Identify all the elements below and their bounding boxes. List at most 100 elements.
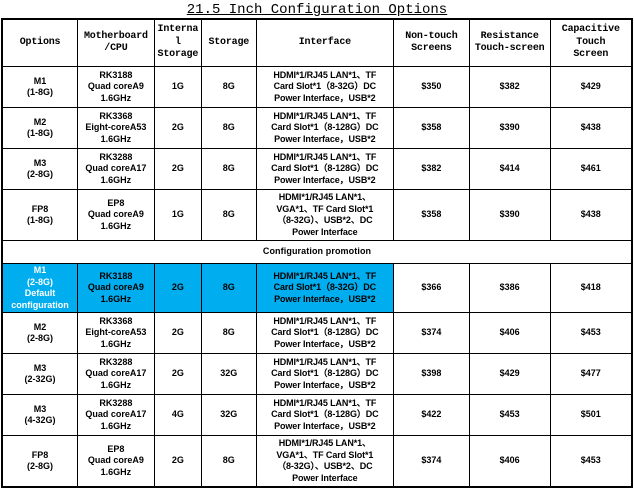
interface-line3: Power Interface，USB*2 (274, 420, 376, 431)
cell-motherboard-cpu: RK3288 Quad coreA17 1.6GHz (77, 394, 155, 436)
promotion-divider-row: Configuration promotion (1, 240, 633, 264)
cell-resistance-price: $390 (468, 189, 551, 241)
cell-option: M3 (2-32G) (1, 353, 79, 395)
column-header-motherboard-line1: Motherboard (84, 30, 148, 42)
cell-storage: 8G (200, 148, 257, 190)
cpu-line1: RK3288 (99, 356, 133, 367)
option-model: M3 (33, 362, 47, 373)
cell-option: M2 (1-8G) (1, 107, 79, 149)
interface-line4: Power Interface (292, 226, 358, 237)
table-row[interactable]: M3 (2-8G) RK3288 Quad coreA17 1.6GHz 2G 8G HDMI… (1, 148, 633, 190)
cell-capacitive-price: $438 (549, 189, 633, 241)
column-header-nontouch-line2: Screens (411, 43, 452, 54)
column-header-resistance-line2: Touch-screen (474, 43, 545, 54)
cpu-line1: RK3188 (99, 270, 133, 281)
cpu-line3: 1.6GHz (100, 420, 132, 431)
table-row[interactable]: M2 (1-8G) RK3368 Eight-coreA53 1.6GHz 2G 8G HDM… (1, 107, 633, 149)
option-spec: (2-8G) (27, 461, 54, 471)
cell-capacitive-price: $453 (549, 312, 633, 354)
option-spec: (2-32G) (24, 374, 56, 384)
cpu-line1: RK3368 (99, 315, 133, 326)
cell-option: M2 (2-8G) (1, 312, 79, 354)
cell-internal-storage: 1G (153, 66, 202, 108)
cell-non-touch-price: $398 (393, 353, 470, 395)
cell-resistance-price: $429 (468, 353, 551, 395)
cell-option: FP8 (2-8G) (1, 435, 79, 488)
cell-resistance-price: $390 (468, 107, 551, 149)
cell-internal-storage: 2G (153, 263, 202, 313)
cpu-line2: Quad coreA9 (87, 81, 144, 92)
cpu-line1: RK3368 (99, 110, 133, 121)
interface-line1: HDMI*1/RJ45 LAN*1、TF (273, 110, 377, 121)
column-header-internal-line2: Storage (157, 49, 199, 61)
interface-line2: Card Slot*1（8-32G）DC (273, 81, 377, 92)
option-model: M1 (33, 75, 47, 86)
cpu-line3: 1.6GHz (100, 220, 132, 231)
cell-resistance-price: $386 (468, 263, 551, 313)
cell-non-touch-price: $422 (393, 394, 470, 436)
table-row[interactable]: M2 (2-8G) RK3368 Eight-coreA53 1.6GHz 2G 8G HDM… (1, 312, 633, 354)
cell-motherboard-cpu: RK3288 Quad coreA17 1.6GHz (77, 353, 155, 395)
cpu-line1: RK3188 (99, 69, 133, 80)
cpu-line3: 1.6GHz (100, 379, 132, 390)
cpu-line3: 1.6GHz (100, 466, 132, 477)
column-header-capacitive-touch-screen: Capacitive Touch Screen (549, 18, 633, 67)
cell-non-touch-price: $350 (393, 66, 470, 108)
cell-storage: 8G (200, 435, 257, 488)
cell-internal-storage: 4G (153, 394, 202, 436)
column-header-resistance-touch-screen: Resistance Touch-screen (468, 18, 551, 67)
cell-resistance-price: $453 (468, 394, 551, 436)
column-header-motherboard-cpu: Motherboard /CPU (77, 18, 155, 67)
table-row[interactable]: M3 (4-32G) RK3288 Quad coreA17 1.6GHz 4G 32G HD… (1, 394, 633, 436)
cell-non-touch-price: $366 (393, 263, 470, 313)
cell-motherboard-cpu: RK3288 Quad coreA17 1.6GHz (77, 148, 155, 190)
column-header-internal-storage: Internal Storage (153, 18, 202, 67)
table-row[interactable]: FP8 (1-8G) EP8 Quad coreA9 1.6GHz 1G 8G HDMI*1/… (1, 189, 633, 241)
configuration-options-table: Options Motherboard /CPU Internal Storag… (1, 18, 633, 488)
interface-line2: Card Slot*1（8-128G）DC (271, 368, 379, 379)
cpu-line1: RK3288 (99, 397, 133, 408)
cell-storage: 32G (200, 394, 257, 436)
option-spec: (4-32G) (24, 415, 56, 425)
cell-non-touch-price: $374 (393, 312, 470, 354)
cell-motherboard-cpu: RK3188 Quad coreA9 1.6GHz (77, 66, 155, 108)
interface-line1: HDMI*1/RJ45 LAN*1、TF (273, 151, 377, 162)
table-row[interactable]: M1 (1-8G) RK3188 Quad coreA9 1.6GHz 1G 8G HDMI*… (1, 66, 633, 108)
interface-line2: Card Slot*1（8-128G）DC (271, 327, 379, 338)
interface-line2: Card Slot*1（8-128G）DC (271, 163, 379, 174)
interface-line1: HDMI*1/RJ45 LAN*1、TF (273, 69, 377, 80)
cell-resistance-price: $414 (468, 148, 551, 190)
cpu-line1: EP8 (107, 443, 125, 454)
interface-line1: HDMI*1/RJ45 LAN*1、 (278, 438, 371, 448)
cell-option: M3 (2-8G) (1, 148, 79, 190)
cell-capacitive-price: $453 (549, 435, 633, 488)
cell-interface: HDMI*1/RJ45 LAN*1、TF Card Slot*1（8-128G）D… (255, 353, 395, 395)
cell-internal-storage: 2G (153, 435, 202, 488)
option-model: M3 (33, 403, 47, 414)
column-header-capacitive-line1: Capacitive (561, 24, 620, 36)
cpu-line3: 1.6GHz (100, 338, 132, 349)
cpu-line2: Quad coreA17 (85, 409, 147, 420)
interface-line3: Power Interface，USB*2 (274, 293, 376, 304)
cpu-line1: RK3288 (99, 151, 133, 162)
cell-capacitive-price: $429 (549, 66, 633, 108)
cell-option: M1 (2-8G) Default configuration (1, 263, 79, 313)
table-row[interactable]: M3 (2-32G) RK3288 Quad coreA17 1.6GHz 2G 32G HD… (1, 353, 633, 395)
option-spec: (2-8G) (27, 333, 54, 343)
cell-interface: HDMI*1/RJ45 LAN*1、TF Card Slot*1（8-128G）D… (255, 394, 395, 436)
cell-interface: HDMI*1/RJ45 LAN*1、TF Card Slot*1（8-128G）D… (255, 148, 395, 190)
interface-line3: （8-32G）、USB*2、DC (277, 215, 373, 225)
page-title: 21.5 Inch Configuration Options (186, 2, 448, 18)
column-header-nontouch-line1: Non-touch (405, 30, 458, 42)
cell-interface: HDMI*1/RJ45 LAN*1、 VGA*1、TF Card Slot*1 （8… (255, 189, 395, 241)
cpu-line3: 1.6GHz (100, 293, 132, 304)
header-row: Options Motherboard /CPU Internal Storag… (1, 18, 633, 67)
cell-interface: HDMI*1/RJ45 LAN*1、 VGA*1、TF Card Slot*1 （8… (255, 435, 395, 488)
interface-line2: Card Slot*1（8-32G）DC (273, 282, 377, 293)
cell-resistance-price: $406 (468, 312, 551, 354)
cell-non-touch-price: $358 (393, 189, 470, 241)
table-row[interactable]: M1 (2-8G) Default configuration RK3188 Quad … (1, 263, 633, 313)
table-row[interactable]: FP8 (2-8G) EP8 Quad coreA9 1.6GHz 2G 8G HDMI*1/… (1, 435, 633, 488)
interface-line3: Power Interface，USB*2 (274, 133, 376, 144)
cpu-line2: Quad coreA9 (87, 282, 144, 293)
